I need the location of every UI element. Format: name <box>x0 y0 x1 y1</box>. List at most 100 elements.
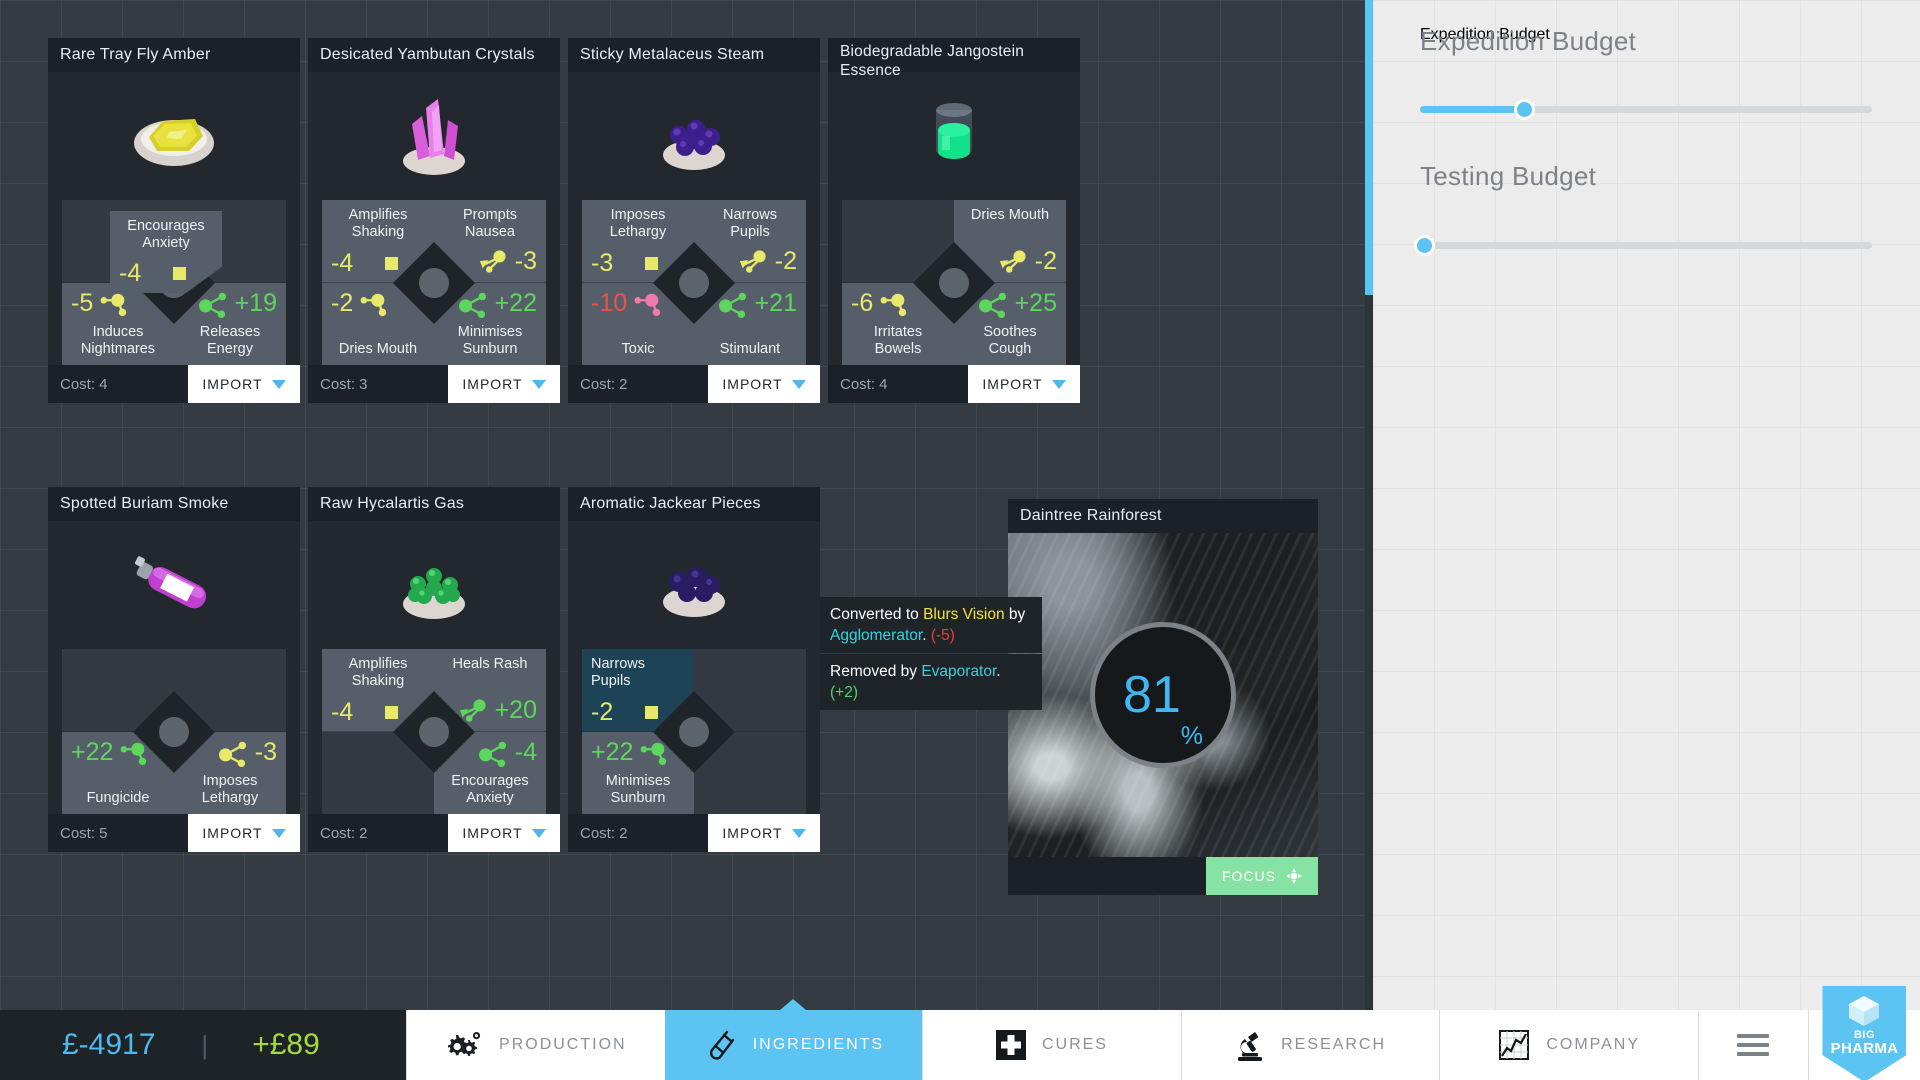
chevron-down-icon <box>271 379 286 389</box>
effect-label: Encourages Anxiety <box>127 218 205 251</box>
effect-label: Imposes Lethargy <box>609 207 667 240</box>
chevron-down-icon <box>531 379 546 389</box>
import-button[interactable]: IMPORT <box>968 365 1080 403</box>
card-title: Biodegradable Jangostein Essence <box>828 38 1080 79</box>
effects-grid: Imposes Lethargy -3 Narrows Pupils -2 -1… <box>582 200 806 365</box>
arrow-node-icon <box>479 249 506 273</box>
card-footer: Cost: 4 IMPORT <box>48 365 300 403</box>
test-tube-icon <box>709 1030 734 1060</box>
tooltip-mid: by <box>1004 606 1026 623</box>
expedition-budget-slider[interactable] <box>1420 99 1872 120</box>
effect-value: -2 <box>1034 247 1057 275</box>
tab-label: RESEARCH <box>1281 1036 1387 1053</box>
card-footer: Cost: 2 IMPORT <box>568 814 820 852</box>
tooltip-effect-name: Blurs Vision <box>923 606 1005 623</box>
effect-label: Minimises Sunburn <box>457 324 523 357</box>
import-button[interactable]: IMPORT <box>188 814 300 852</box>
effects-grid: Dries Mouth -2 -6 Irritates Bowels +25 S… <box>842 200 1066 365</box>
board-scrollbar[interactable] <box>1365 0 1373 1010</box>
effect-label: Stimulant <box>719 341 781 357</box>
location-card[interactable]: Daintree Rainforest 81 % FOCUS <box>1008 499 1318 895</box>
card-title: Aromatic Jackear Pieces <box>568 487 820 521</box>
effect-label: Soothes Cough <box>983 324 1037 357</box>
import-label: IMPORT <box>462 825 523 841</box>
effect-label: Dries Mouth <box>338 341 418 357</box>
ingredient-image <box>828 72 1080 200</box>
effect-label: Induces Nightmares <box>80 324 156 357</box>
square-marker-icon <box>385 256 399 270</box>
testing-budget-slider[interactable] <box>1414 235 1872 256</box>
tab-research[interactable]: RESEARCH <box>1180 1010 1440 1080</box>
cost-label: Cost: 2 <box>320 824 368 842</box>
import-label: IMPORT <box>462 376 523 392</box>
tab-label: CURES <box>1041 1036 1108 1053</box>
molecule-icon <box>360 293 387 316</box>
import-button[interactable]: IMPORT <box>708 365 820 403</box>
square-marker-icon <box>645 705 659 719</box>
molecule-icon <box>880 293 907 316</box>
ingredient-image <box>48 72 300 200</box>
effect-value: -2 <box>591 697 614 726</box>
import-button[interactable]: IMPORT <box>448 814 560 852</box>
tab-label: PRODUCTION <box>499 1036 627 1053</box>
effect-tooltip-converted: Converted to Blurs Vision by Agglomerato… <box>820 597 1042 653</box>
molecule-icon <box>634 293 661 316</box>
effect-value: +19 <box>234 289 277 317</box>
slider-track[interactable] <box>1420 99 1872 120</box>
crosshair-icon <box>1286 868 1302 884</box>
import-button[interactable]: IMPORT <box>188 365 300 403</box>
slider-knob[interactable] <box>1513 99 1535 120</box>
focus-button[interactable]: FOCUS <box>1206 857 1318 895</box>
effect-value: -5 <box>71 289 94 317</box>
tab-label: COMPANY <box>1546 1036 1641 1053</box>
crystal-cluster-icon <box>403 99 465 175</box>
effect-hub-dot <box>679 716 709 747</box>
card-footer: Cost: 5 IMPORT <box>48 814 300 852</box>
card-footer: FOCUS <box>1008 857 1318 895</box>
testing-budget-label: Testing Budget <box>1420 161 1597 191</box>
tab-company[interactable]: COMPANY <box>1439 1010 1698 1080</box>
effect-value: -2 <box>331 289 354 317</box>
tab-ingredients[interactable]: INGREDIENTS <box>664 999 923 1080</box>
scrollbar-thumb[interactable] <box>1365 0 1373 295</box>
card-footer: Cost: 3 IMPORT <box>308 365 560 403</box>
ingredient-card[interactable]: Rare Tray Fly Amber -5 Induces Nightmare… <box>48 38 300 403</box>
ingredient-card[interactable]: Spotted Buriam Smoke +22 Fungicide -3 Im… <box>48 487 300 852</box>
effect-value: +22 <box>71 738 114 766</box>
ingredient-card[interactable]: Desicated Yambutan Crystals Amplifies Sh… <box>308 38 560 403</box>
ingredient-card[interactable]: Raw Hycalartis Gas Amplifies Shaking -4 … <box>308 487 560 852</box>
effect-value: +20 <box>494 696 537 724</box>
square-marker-icon <box>385 705 399 719</box>
effect-label: Narrows Pupils <box>723 207 777 240</box>
bottom-bar: £-4917 | +£89 PRODUCTION INGREDIENTS CUR… <box>0 986 1920 1080</box>
effects-grid: Narrows Pupils -2 +22 Minimises Sunburn <box>582 649 806 814</box>
tooltip-machine-name: Agglomerator <box>830 627 923 644</box>
cost-label: Cost: 4 <box>60 375 108 393</box>
effect-value: -3 <box>254 738 277 766</box>
chevron-down-icon <box>531 828 546 838</box>
slider-knob[interactable] <box>1414 235 1435 256</box>
ingredient-card[interactable]: Sticky Metalaceus Steam Imposes Lethargy… <box>568 38 820 403</box>
card-title: Spotted Buriam Smoke <box>48 487 300 521</box>
card-title: Desicated Yambutan Crystals <box>308 38 560 72</box>
effect-value: +22 <box>591 738 634 766</box>
logo-cube-icon <box>1849 996 1880 1026</box>
logo-line-2: PHARMA <box>1830 1040 1899 1057</box>
effects-grid: Amplifies Shaking -4 Prompts Nausea -3 -… <box>322 200 546 365</box>
molecule-icon <box>100 293 127 316</box>
ingredient-card[interactable]: Aromatic Jackear Pieces Narrows Pupils -… <box>568 487 820 852</box>
tab-cures[interactable]: CURES <box>922 1010 1181 1080</box>
effect-label: Fungicide <box>86 790 150 806</box>
app-logo: BIG PHARMA <box>1807 986 1920 1080</box>
tab-production[interactable]: PRODUCTION <box>406 1010 665 1080</box>
import-button[interactable]: IMPORT <box>708 814 820 852</box>
hamburger-menu-button[interactable] <box>1697 1010 1808 1080</box>
cash-balance: £-4917 <box>62 1028 156 1061</box>
card-title: Raw Hycalartis Gas <box>308 487 560 521</box>
effect-hub-dot <box>679 267 709 298</box>
ingredient-card[interactable]: Biodegradable Jangostein Essence Dries M… <box>828 38 1080 403</box>
slider-track[interactable] <box>1414 235 1872 256</box>
import-button[interactable]: IMPORT <box>448 365 560 403</box>
chevron-down-icon <box>791 379 806 389</box>
cost-label: Cost: 2 <box>580 824 628 842</box>
